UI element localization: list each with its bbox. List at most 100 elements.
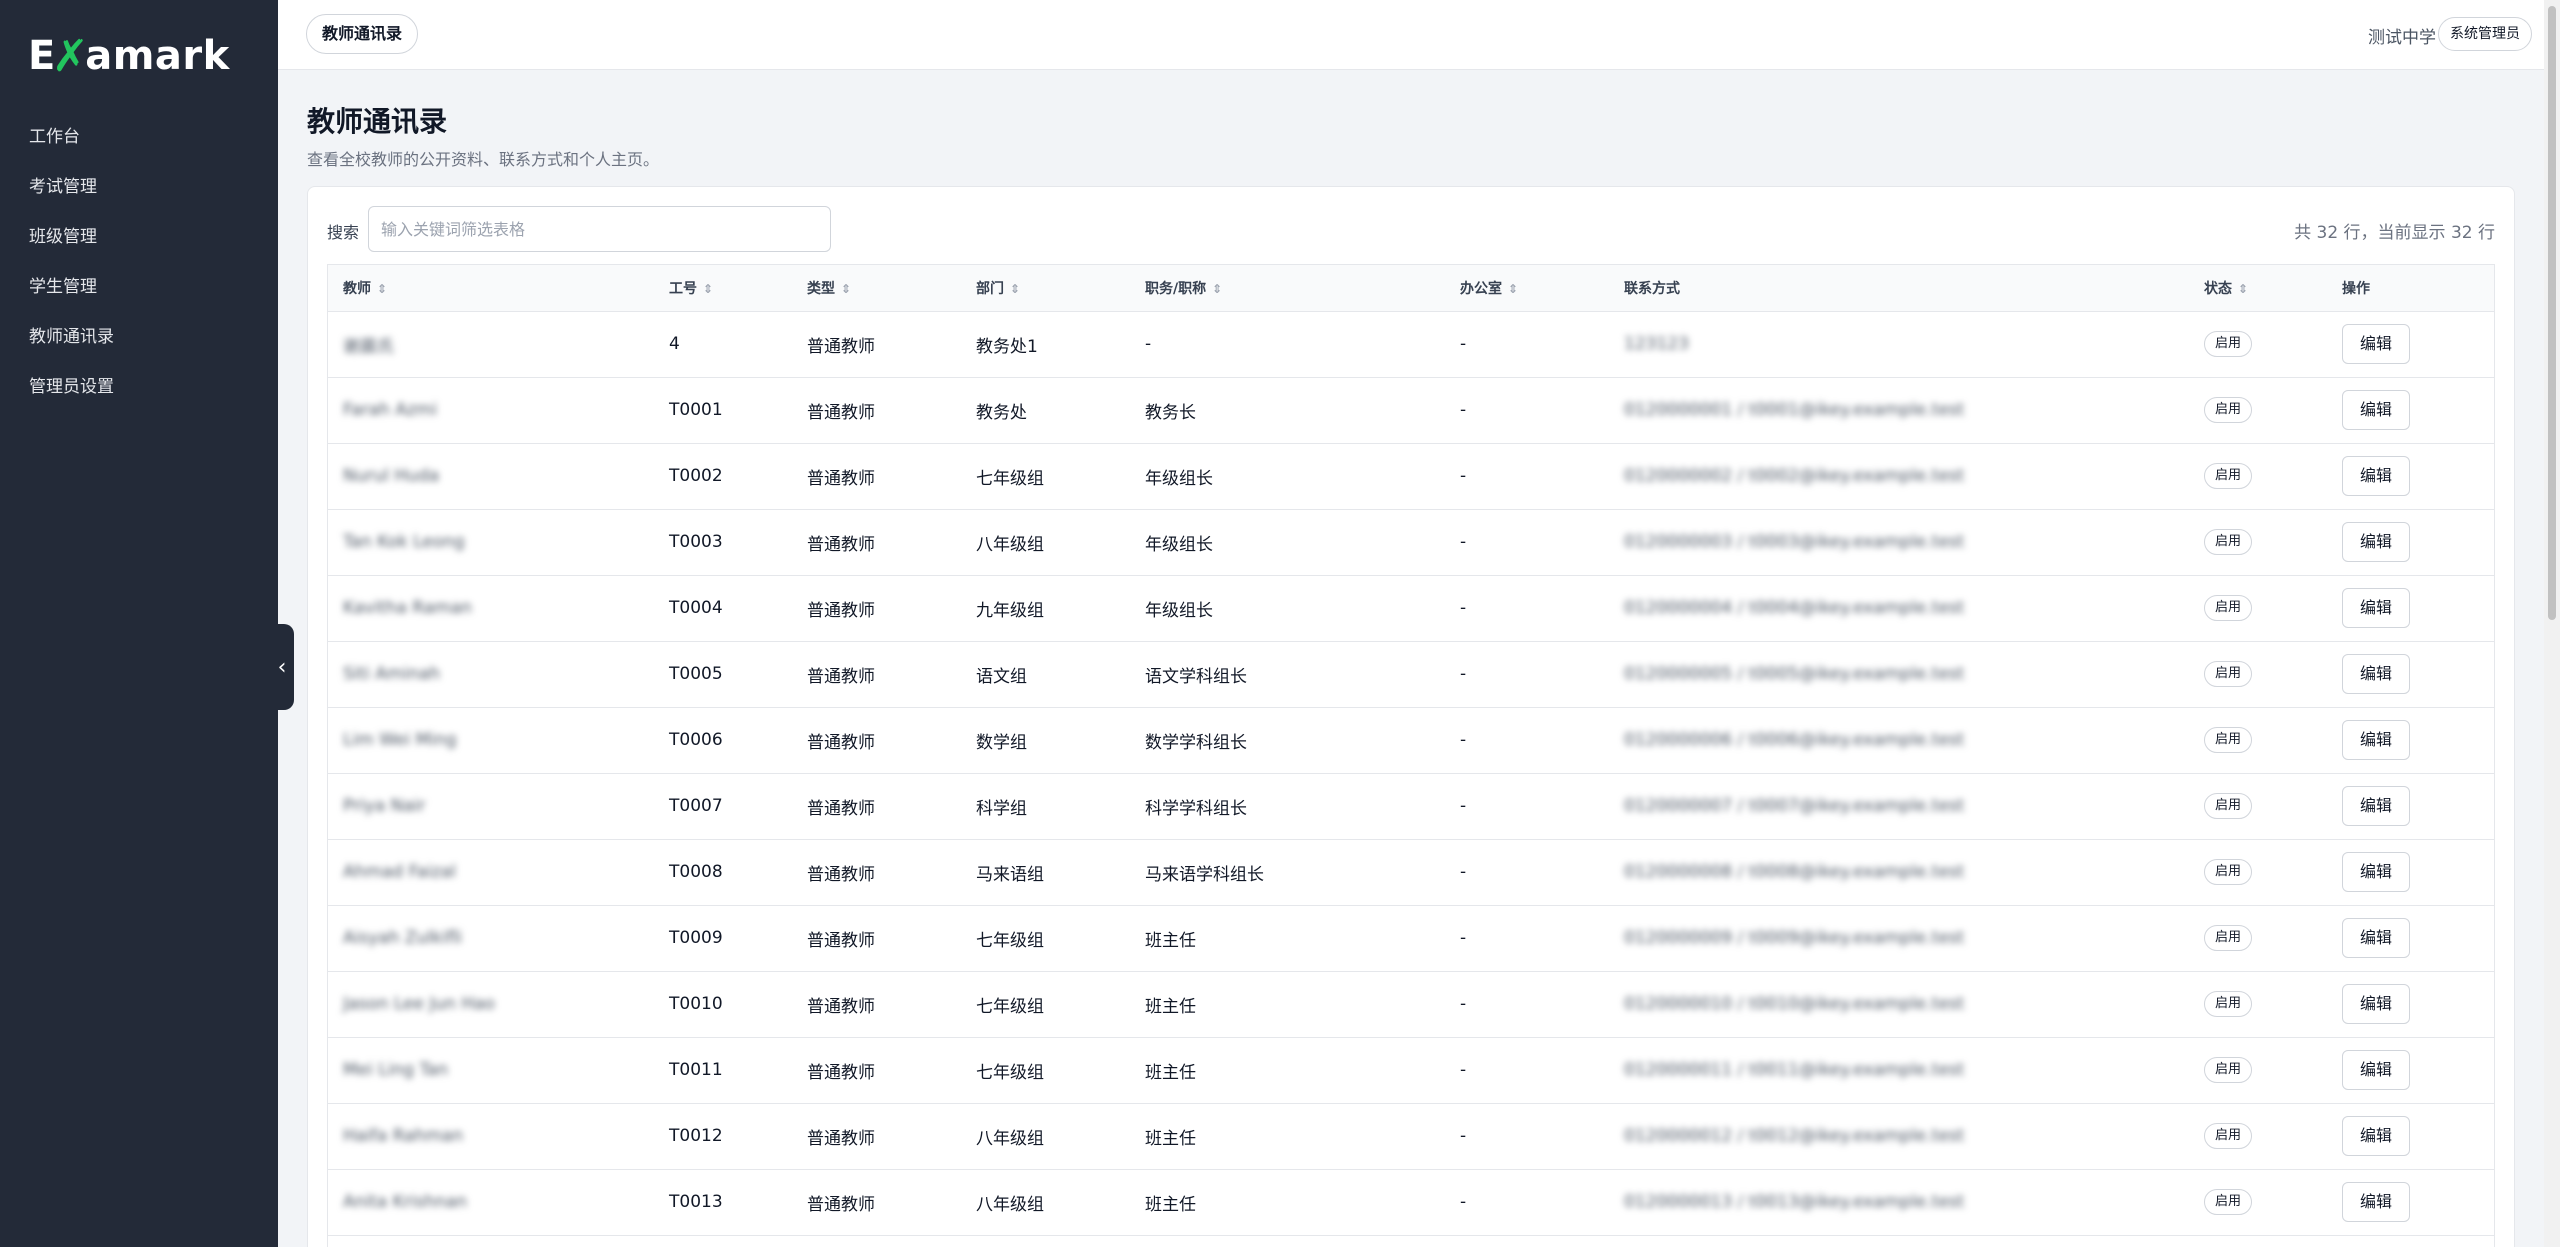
cell-office-text: - (1460, 400, 1467, 420)
cell-office-text: - (1460, 1126, 1467, 1146)
sort-icon[interactable]: ⇕ (1010, 282, 1020, 296)
search-label: 搜索 (327, 223, 360, 242)
cell-type: 普通教师 (792, 1103, 961, 1170)
page-scrollbar[interactable] (2544, 0, 2560, 1247)
sidebar-item-students[interactable]: 学生管理 (0, 262, 278, 312)
sidebar-item-classes[interactable]: 班级管理 (0, 212, 278, 262)
column-header[interactable]: 工号 ⇕ (654, 265, 792, 312)
cell-title: 班主任 (1130, 905, 1445, 972)
edit-button[interactable]: 编辑 (2342, 720, 2411, 760)
cell-id: T0011 (654, 1037, 792, 1104)
table-row[interactable]: 谢晨氏 4 普通教师 教务处1 - - 123123 启用 编辑 (328, 311, 2494, 378)
cell-contact-text: 0120000001 / t0001@ikey.example.test (1624, 400, 1965, 420)
app-logo[interactable]: E ✗ amark (28, 28, 230, 84)
status-badge: 启用 (2204, 1057, 2253, 1083)
edit-button[interactable]: 编辑 (2342, 984, 2411, 1024)
cell-type: 普通教师 (792, 839, 961, 906)
cell-status (2189, 1235, 2327, 1247)
status-badge: 启用 (2204, 1123, 2253, 1149)
cell-actions: 编辑 (2327, 1169, 2494, 1236)
cell-office: - (1445, 509, 1609, 576)
column-header[interactable]: 教师 ⇕ (328, 265, 654, 312)
cell-id-text: T0012 (669, 1126, 723, 1146)
sidebar-item-admin-settings[interactable]: 管理员设置 (0, 362, 278, 412)
cell-id-text: T0006 (669, 730, 723, 750)
cell-actions: 编辑 (2327, 311, 2494, 378)
sort-icon[interactable]: ⇕ (1212, 282, 1222, 296)
column-header[interactable]: 办公室 ⇕ (1445, 265, 1609, 312)
table-row[interactable]: Lim Wei Ming T0006 普通教师 数学组 数学学科组长 - 012000000… (328, 707, 2494, 774)
edit-button[interactable]: 编辑 (2342, 852, 2411, 892)
table-row[interactable]: Tan Kok Leong T0003 普通教师 八年级组 年级组长 - 012000000… (328, 509, 2494, 576)
sort-icon[interactable]: ⇕ (1508, 282, 1518, 296)
table-row[interactable]: Farah Azmi T0001 普通教师 教务处 教务长 - 0120000001 / t… (328, 377, 2494, 444)
cell-id-text: T0005 (669, 664, 723, 684)
cell-name-text: Nurul Huda (343, 466, 440, 486)
column-header[interactable]: 状态 ⇕ (2189, 265, 2327, 312)
cell-id: T0002 (654, 443, 792, 510)
edit-button[interactable]: 编辑 (2342, 1050, 2411, 1090)
table-row[interactable]: Siti Aminah T0005 普通教师 语文组 语文学科组长 - 0120000005… (328, 641, 2494, 708)
cell-name: Siti Aminah (328, 641, 654, 708)
edit-button[interactable]: 编辑 (2342, 1116, 2411, 1156)
sort-icon[interactable]: ⇕ (703, 282, 713, 296)
column-header[interactable]: 职务/职称 ⇕ (1130, 265, 1445, 312)
cell-contact-text: 123123 (1624, 334, 1689, 354)
cell-office: - (1445, 575, 1609, 642)
cell-type-text: 普通教师 (807, 468, 875, 489)
cell-office: - (1445, 839, 1609, 906)
sidebar-collapse-button[interactable]: ‹ (270, 624, 294, 710)
cell-contact: 0120000013 / t0013@ikey.example.test (1609, 1169, 2189, 1236)
search-input[interactable] (368, 206, 831, 252)
table-row[interactable] (328, 1235, 2494, 1247)
edit-button[interactable]: 编辑 (2342, 588, 2411, 628)
edit-button[interactable]: 编辑 (2342, 1182, 2411, 1222)
cell-contact-text: 0120000011 / t0011@ikey.example.test (1624, 1060, 1965, 1080)
table-row[interactable]: Nurul Huda T0002 普通教师 七年级组 年级组长 - 0120000002 /… (328, 443, 2494, 510)
cell-title-text: 年级组长 (1145, 600, 1213, 621)
cell-type: 普通教师 (792, 1169, 961, 1236)
edit-button[interactable]: 编辑 (2342, 654, 2411, 694)
cell-actions: 编辑 (2327, 443, 2494, 510)
user-role-badge[interactable]: 系统管理员 (2438, 17, 2532, 51)
cell-contact: 0120000009 / t0009@ikey.example.test (1609, 905, 2189, 972)
table-row[interactable]: Haifa Rahman T0012 普通教师 八年级组 班主任 - 0120000012 … (328, 1103, 2494, 1170)
tab-teacher-directory[interactable]: 教师通讯录 (306, 14, 419, 54)
column-header[interactable]: 类型 ⇕ (792, 265, 961, 312)
table-row[interactable]: Jason Lee Jun Hao T0010 普通教师 七年级组 班主任 - 012000… (328, 971, 2494, 1038)
edit-button[interactable]: 编辑 (2342, 324, 2411, 364)
sidebar-item-workbench[interactable]: 工作台 (0, 112, 278, 162)
cell-type-text: 普通教师 (807, 930, 875, 951)
cell-title: 班主任 (1130, 1103, 1445, 1170)
cell-id: T0009 (654, 905, 792, 972)
edit-button[interactable]: 编辑 (2342, 786, 2411, 826)
table-row[interactable]: Ahmad Faizal T0008 普通教师 马来语组 马来语学科组长 - 0120000… (328, 839, 2494, 906)
table-row[interactable]: Anita Krishnan T0013 普通教师 八年级组 班主任 - 012000001… (328, 1169, 2494, 1236)
sidebar-item-teacher-directory[interactable]: 教师通讯录 (0, 312, 278, 362)
cell-name: Jason Lee Jun Hao (328, 971, 654, 1038)
sidebar-item-exams[interactable]: 考试管理 (0, 162, 278, 212)
table-row[interactable]: Mei Ling Tan T0011 普通教师 七年级组 班主任 - 0120000011 … (328, 1037, 2494, 1104)
cell-id: T0012 (654, 1103, 792, 1170)
cell-contact-text: 0120000012 / t0012@ikey.example.test (1624, 1126, 1965, 1146)
cell-type: 普通教师 (792, 773, 961, 840)
sort-icon[interactable]: ⇕ (2238, 282, 2248, 296)
cell-dept: 七年级组 (961, 971, 1130, 1038)
cell-contact-text: 0120000010 / t0010@ikey.example.test (1624, 994, 1965, 1014)
cell-contact-text: 0120000004 / t0004@ikey.example.test (1624, 598, 1965, 618)
cell-actions: 编辑 (2327, 905, 2494, 972)
sort-icon[interactable]: ⇕ (377, 282, 387, 296)
column-header[interactable]: 部门 ⇕ (961, 265, 1130, 312)
sort-icon[interactable]: ⇕ (841, 282, 851, 296)
table-row[interactable]: Kavitha Raman T0004 普通教师 九年级组 年级组长 - 012000000… (328, 575, 2494, 642)
edit-button[interactable]: 编辑 (2342, 522, 2411, 562)
cell-type: 普通教师 (792, 377, 961, 444)
scrollbar-thumb[interactable] (2548, 6, 2556, 620)
cell-contact: 123123 (1609, 311, 2189, 378)
status-badge: 启用 (2204, 331, 2253, 357)
table-row[interactable]: Aisyah Zulkifli T0009 普通教师 七年级组 班主任 - 01200000… (328, 905, 2494, 972)
edit-button[interactable]: 编辑 (2342, 456, 2411, 496)
edit-button[interactable]: 编辑 (2342, 918, 2411, 958)
table-row[interactable]: Priya Nair T0007 普通教师 科学组 科学学科组长 - 0120000007 … (328, 773, 2494, 840)
edit-button[interactable]: 编辑 (2342, 390, 2411, 430)
